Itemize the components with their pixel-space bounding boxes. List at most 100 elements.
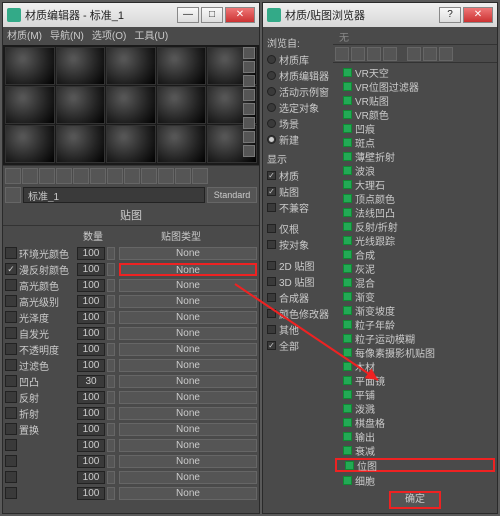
browser-titlebar[interactable]: 材质/贴图浏览器 ? ✕: [263, 3, 497, 27]
map-amount-input[interactable]: 100: [77, 359, 105, 372]
sample-type-icon[interactable]: [243, 47, 255, 59]
category-option[interactable]: 颜色修改器: [267, 306, 329, 321]
menu-options[interactable]: 选项(O): [92, 27, 126, 45]
map-enable-checkbox[interactable]: [5, 407, 17, 419]
map-tree-item[interactable]: 输出: [335, 429, 495, 443]
menu-material[interactable]: 材质(M): [7, 27, 42, 45]
map-tree-item[interactable]: 斑点: [335, 135, 495, 149]
category-option[interactable]: 3D 贴图: [267, 274, 329, 289]
spinner-icon[interactable]: [107, 359, 115, 372]
spinner-icon[interactable]: [107, 487, 115, 500]
map-enable-checkbox[interactable]: [5, 343, 17, 355]
material-id-icon[interactable]: [124, 168, 140, 184]
uv-tile-icon[interactable]: [243, 89, 255, 101]
map-enable-checkbox[interactable]: ✓: [5, 263, 17, 275]
sample-slot[interactable]: [106, 125, 156, 163]
map-amount-input[interactable]: 30: [77, 375, 105, 388]
make-copy-icon[interactable]: [73, 168, 89, 184]
category-option[interactable]: 合成器: [267, 290, 329, 305]
spinner-icon[interactable]: [107, 391, 115, 404]
map-tree-item[interactable]: 每像素摄影机贴图: [335, 345, 495, 359]
spinner-icon[interactable]: [107, 375, 115, 388]
map-enable-checkbox[interactable]: [5, 487, 17, 499]
sample-slot[interactable]: [5, 125, 55, 163]
get-material-icon[interactable]: [5, 168, 21, 184]
show-option[interactable]: ✓材质: [267, 168, 329, 183]
map-slot-button[interactable]: None: [119, 311, 257, 324]
map-tree-item[interactable]: 泼溅: [335, 401, 495, 415]
spinner-icon[interactable]: [107, 471, 115, 484]
map-slot-button[interactable]: None: [119, 423, 257, 436]
map-tree-item[interactable]: VR位图过滤器: [335, 79, 495, 93]
map-amount-input[interactable]: 100: [77, 263, 105, 276]
map-enable-checkbox[interactable]: [5, 423, 17, 435]
spinner-icon[interactable]: [107, 407, 115, 420]
map-amount-input[interactable]: 100: [77, 247, 105, 260]
map-tree-item[interactable]: 混合: [335, 275, 495, 289]
assign-icon[interactable]: [39, 168, 55, 184]
material-name-input[interactable]: [23, 187, 205, 203]
go-sibling-icon[interactable]: [192, 168, 208, 184]
map-amount-input[interactable]: 100: [77, 391, 105, 404]
delete-icon[interactable]: [423, 47, 437, 61]
spinner-icon[interactable]: [107, 423, 115, 436]
map-amount-input[interactable]: 100: [77, 407, 105, 420]
minimize-button[interactable]: —: [177, 7, 199, 23]
ok-button[interactable]: 确定: [389, 491, 441, 509]
spinner-icon[interactable]: [107, 455, 115, 468]
map-enable-checkbox[interactable]: [5, 311, 17, 323]
map-amount-input[interactable]: 100: [77, 487, 105, 500]
maximize-button[interactable]: □: [201, 7, 223, 23]
put-to-scene-icon[interactable]: [22, 168, 38, 184]
map-amount-input[interactable]: 100: [77, 471, 105, 484]
close-button[interactable]: ✕: [463, 7, 493, 23]
clear-icon[interactable]: [439, 47, 453, 61]
map-tree-item[interactable]: 反射/折射: [335, 219, 495, 233]
backlight-icon[interactable]: [243, 61, 255, 73]
map-tree-item[interactable]: 粒子年龄: [335, 317, 495, 331]
reset-icon[interactable]: [56, 168, 72, 184]
map-amount-input[interactable]: 100: [77, 439, 105, 452]
spinner-icon[interactable]: [107, 295, 115, 308]
map-enable-checkbox[interactable]: [5, 247, 17, 259]
map-tree-item[interactable]: 顶点颜色: [335, 191, 495, 205]
map-amount-input[interactable]: 100: [77, 327, 105, 340]
view-small-icons-icon[interactable]: [367, 47, 381, 61]
map-tree-item[interactable]: 位图: [335, 458, 495, 472]
map-slot-button[interactable]: None: [119, 279, 257, 292]
map-enable-checkbox[interactable]: [5, 295, 17, 307]
map-slot-button[interactable]: None: [119, 295, 257, 308]
map-tree-item[interactable]: VR天空: [335, 65, 495, 79]
map-tree-item[interactable]: 渐变: [335, 289, 495, 303]
map-tree-item[interactable]: 棋盘格: [335, 415, 495, 429]
menu-utilities[interactable]: 工具(U): [134, 27, 168, 45]
category-option[interactable]: ✓全部: [267, 338, 329, 353]
map-slot-button[interactable]: None: [119, 327, 257, 340]
material-type-button[interactable]: Standard: [207, 187, 257, 203]
map-tree-item[interactable]: 粒子运动模糊: [335, 331, 495, 345]
map-amount-input[interactable]: 100: [77, 279, 105, 292]
map-tree[interactable]: VR天空VR位图过滤器VR贴图VR颜色凹痕斑点薄壁折射波浪大理石顶点颜色法线凹凸…: [333, 63, 497, 487]
map-slot-button[interactable]: None: [119, 359, 257, 372]
background-icon[interactable]: [243, 75, 255, 87]
show-option[interactable]: 不兼容: [267, 200, 329, 215]
map-slot-button[interactable]: None: [119, 375, 257, 388]
category-option[interactable]: 2D 贴图: [267, 258, 329, 273]
preview-icon[interactable]: [243, 117, 255, 129]
go-parent-icon[interactable]: [175, 168, 191, 184]
map-tree-item[interactable]: 渐变坡度: [335, 303, 495, 317]
map-slot-button[interactable]: None: [119, 439, 257, 452]
options-icon[interactable]: [243, 131, 255, 143]
map-tree-item[interactable]: 衰减: [335, 443, 495, 457]
map-enable-checkbox[interactable]: [5, 279, 17, 291]
browse-from-option[interactable]: 选定对象: [267, 100, 329, 115]
view-list-icons-icon[interactable]: [351, 47, 365, 61]
update-icon[interactable]: [407, 47, 421, 61]
map-amount-input[interactable]: 100: [77, 455, 105, 468]
map-slot-button[interactable]: None: [119, 471, 257, 484]
browse-from-option[interactable]: 场景: [267, 116, 329, 131]
show-end-icon[interactable]: [158, 168, 174, 184]
close-button[interactable]: ✕: [225, 7, 255, 23]
sample-slot[interactable]: [157, 86, 207, 124]
map-enable-checkbox[interactable]: [5, 471, 17, 483]
